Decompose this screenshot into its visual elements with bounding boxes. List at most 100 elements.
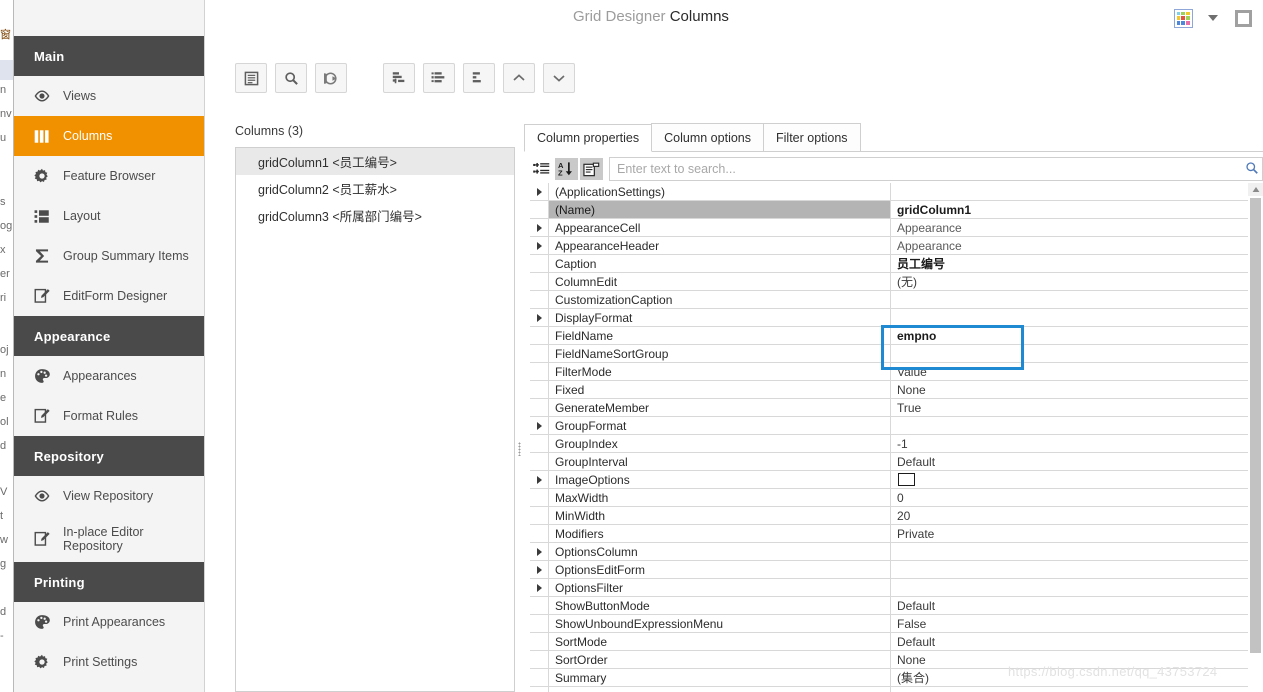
property-name-cell[interactable]: MinWidth: [548, 507, 891, 524]
expand-arrow-icon[interactable]: [530, 543, 548, 560]
property-value-cell[interactable]: Appearance: [891, 219, 1248, 236]
property-row[interactable]: MinWidth 20: [530, 507, 1248, 525]
property-grid-scrollbar[interactable]: [1248, 183, 1263, 692]
list-item[interactable]: gridColumn1 <员工编号>: [236, 148, 514, 175]
scrollbar-thumb[interactable]: [1250, 198, 1261, 653]
expand-arrow-icon[interactable]: [530, 219, 548, 236]
property-name-cell[interactable]: Caption: [548, 255, 891, 272]
property-value-cell[interactable]: [891, 345, 1248, 362]
property-row[interactable]: GroupIndex -1: [530, 435, 1248, 453]
property-row[interactable]: Modifiers Private: [530, 525, 1248, 543]
property-name-cell[interactable]: ColumnEdit: [548, 273, 891, 290]
chevron-down-button-icon[interactable]: [543, 63, 575, 93]
property-value-cell[interactable]: 20: [891, 507, 1248, 524]
property-value-cell[interactable]: -1: [891, 435, 1248, 452]
property-row[interactable]: Fixed None: [530, 381, 1248, 399]
property-row[interactable]: FilterMode Value: [530, 363, 1248, 381]
property-row[interactable]: CustomizationCaption: [530, 291, 1248, 309]
property-name-cell[interactable]: OptionsColumn: [548, 543, 891, 560]
property-pages-icon[interactable]: [580, 158, 603, 180]
sidebar-item-columns[interactable]: Columns: [14, 116, 204, 156]
property-row[interactable]: SortOrder None: [530, 651, 1248, 669]
property-name-cell[interactable]: ImageOptions: [548, 471, 891, 488]
tab-column-options[interactable]: Column options: [651, 123, 764, 151]
property-row[interactable]: DisplayFormat: [530, 309, 1248, 327]
property-row[interactable]: ColumnEdit (无): [530, 273, 1248, 291]
expand-arrow-icon[interactable]: [530, 561, 548, 578]
scrollbar-track[interactable]: [1248, 196, 1263, 692]
sidebar-item-layout[interactable]: Layout: [14, 196, 204, 236]
scroll-up-button[interactable]: [1248, 183, 1263, 196]
document-icon[interactable]: [235, 63, 267, 93]
property-name-cell[interactable]: OptionsFilter: [548, 579, 891, 596]
export-icon[interactable]: [315, 63, 347, 93]
sidebar-item-editform-designer[interactable]: EditForm Designer: [14, 276, 204, 316]
property-value-cell[interactable]: [891, 291, 1248, 308]
property-row[interactable]: (Name) gridColumn1: [530, 201, 1248, 219]
property-row[interactable]: OptionsColumn: [530, 543, 1248, 561]
property-value-cell[interactable]: None: [891, 651, 1248, 668]
property-row[interactable]: ImageOptions: [530, 471, 1248, 489]
property-row[interactable]: GroupFormat: [530, 417, 1248, 435]
property-value-cell[interactable]: (无): [891, 273, 1248, 290]
chevron-down-icon[interactable]: [1199, 4, 1227, 32]
property-name-cell[interactable]: SortOrder: [548, 651, 891, 668]
property-value-cell[interactable]: Value: [891, 363, 1248, 380]
property-row[interactable]: Caption 员工编号: [530, 255, 1248, 273]
property-value-cell[interactable]: [891, 471, 1248, 488]
property-value-cell[interactable]: Default: [891, 597, 1248, 614]
sidebar-item-print-settings[interactable]: Print Settings: [14, 642, 204, 682]
sidebar-item-feature-browser[interactable]: Feature Browser: [14, 156, 204, 196]
property-name-cell[interactable]: GenerateMember: [548, 399, 891, 416]
property-row[interactable]: OptionsEditForm: [530, 561, 1248, 579]
expand-arrow-icon[interactable]: [530, 579, 548, 596]
property-name-cell[interactable]: (ApplicationSettings): [548, 183, 891, 200]
sidebar-item-view-repository[interactable]: View Repository: [14, 476, 204, 516]
property-value-cell[interactable]: 0: [891, 489, 1248, 506]
property-name-cell[interactable]: CustomizationCaption: [548, 291, 891, 308]
property-row[interactable]: Summary (集合): [530, 669, 1248, 687]
property-value-cell[interactable]: Default: [891, 453, 1248, 470]
property-name-cell[interactable]: [548, 687, 891, 692]
property-name-cell[interactable]: OptionsEditForm: [548, 561, 891, 578]
property-name-cell[interactable]: DisplayFormat: [548, 309, 891, 326]
property-name-cell[interactable]: AppearanceHeader: [548, 237, 891, 254]
image-swatch-icon[interactable]: [898, 473, 915, 486]
property-name-cell[interactable]: ShowUnboundExpressionMenu: [548, 615, 891, 632]
property-value-cell[interactable]: 员工编号: [891, 255, 1248, 272]
property-name-cell[interactable]: GroupIndex: [548, 435, 891, 452]
sidebar-item-appearances[interactable]: Appearances: [14, 356, 204, 396]
property-name-cell[interactable]: Modifiers: [548, 525, 891, 542]
tab-filter-options[interactable]: Filter options: [763, 123, 861, 151]
property-value-cell[interactable]: gridColumn1: [891, 201, 1248, 218]
property-value-cell[interactable]: True: [891, 399, 1248, 416]
property-row[interactable]: AppearanceHeader Appearance: [530, 237, 1248, 255]
chevron-up-icon[interactable]: [503, 63, 535, 93]
sidebar-item-views[interactable]: Views: [14, 76, 204, 116]
search-icon[interactable]: [1245, 161, 1259, 178]
property-row[interactable]: GenerateMember True: [530, 399, 1248, 417]
categorize-icon[interactable]: [530, 158, 553, 180]
property-value-cell[interactable]: [891, 183, 1248, 200]
property-value-cell[interactable]: [891, 579, 1248, 596]
property-row[interactable]: SortMode Default: [530, 633, 1248, 651]
property-value-cell[interactable]: Default: [891, 633, 1248, 650]
property-name-cell[interactable]: MaxWidth: [548, 489, 891, 506]
expand-arrow-icon[interactable]: [530, 183, 548, 200]
property-value-cell[interactable]: empno: [891, 327, 1248, 344]
property-value-cell[interactable]: [891, 543, 1248, 560]
tab-column-properties[interactable]: Column properties: [524, 124, 653, 152]
property-row[interactable]: [530, 687, 1248, 692]
list-item[interactable]: gridColumn2 <员工薪水>: [236, 175, 514, 202]
property-value-cell[interactable]: (集合): [891, 669, 1248, 686]
property-name-cell[interactable]: SortMode: [548, 633, 891, 650]
property-row[interactable]: FieldName empno: [530, 327, 1248, 345]
property-name-cell[interactable]: FieldName: [548, 327, 891, 344]
sidebar-item-in-place-editor-repository[interactable]: In-place Editor Repository: [14, 516, 204, 562]
expand-arrow-icon[interactable]: [530, 237, 548, 254]
property-value-cell[interactable]: [891, 561, 1248, 578]
property-value-cell[interactable]: None: [891, 381, 1248, 398]
property-value-cell[interactable]: Appearance: [891, 237, 1248, 254]
property-value-cell[interactable]: False: [891, 615, 1248, 632]
property-name-cell[interactable]: FieldNameSortGroup: [548, 345, 891, 362]
